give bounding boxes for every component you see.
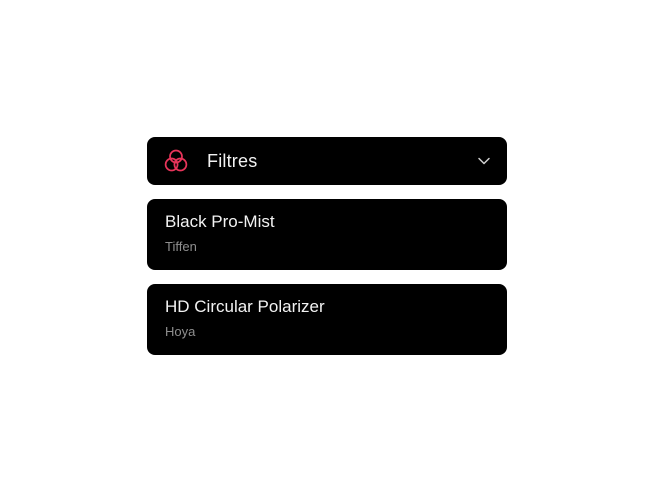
chevron-down-icon[interactable] [477,154,491,168]
filter-rings-icon [163,148,189,174]
filter-brand: Hoya [165,324,196,339]
filter-item-hd-circular-polarizer[interactable]: HD Circular Polarizer Hoya [147,284,507,355]
filters-dropdown-title: Filtres [207,150,258,171]
filter-name: HD Circular Polarizer [165,297,325,316]
filter-name: Black Pro-Mist [165,212,275,231]
filters-dropdown[interactable]: Filtres [147,137,507,185]
filter-item-black-pro-mist[interactable]: Black Pro-Mist Tiffen [147,199,507,270]
filter-brand: Tiffen [165,239,197,254]
